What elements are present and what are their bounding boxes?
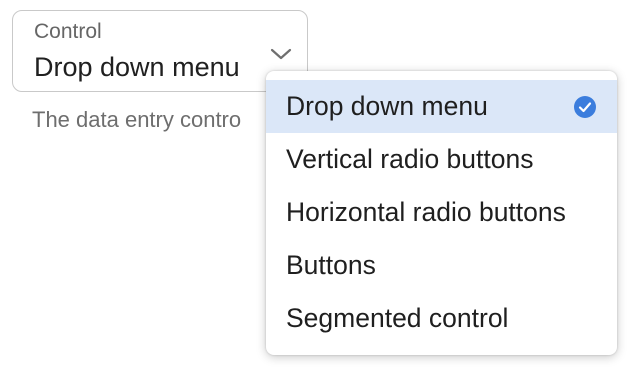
menu-item-label: Drop down menu [286, 91, 488, 121]
helper-text: The data entry contro [32, 107, 242, 132]
menu-item-drop-down-menu[interactable]: Drop down menu [266, 80, 617, 133]
menu-item-vertical-radio-buttons[interactable]: Vertical radio buttons [266, 133, 617, 186]
menu-item-label: Buttons [286, 250, 376, 280]
control-settings-panel: Control Drop down menu The data entry co… [0, 0, 636, 374]
menu-item-horizontal-radio-buttons[interactable]: Horizontal radio buttons [266, 186, 617, 239]
dropdown-menu: Drop down menu Vertical radio buttons Ho… [266, 71, 617, 355]
menu-item-label: Segmented control [286, 303, 509, 333]
chevron-down-icon[interactable] [269, 45, 293, 63]
menu-item-buttons[interactable]: Buttons [266, 239, 617, 292]
control-select[interactable]: Control Drop down menu [12, 10, 308, 92]
field-label: Control [34, 20, 102, 43]
menu-item-label: Horizontal radio buttons [286, 197, 566, 227]
check-circle-icon [574, 95, 596, 118]
selected-value: Drop down menu [34, 52, 240, 82]
menu-item-label: Vertical radio buttons [286, 144, 534, 174]
menu-item-segmented-control[interactable]: Segmented control [266, 292, 617, 345]
